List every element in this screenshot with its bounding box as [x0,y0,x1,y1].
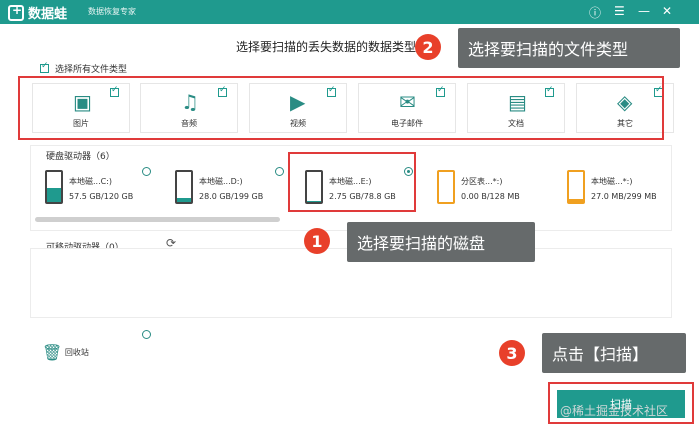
drives-scrollbar[interactable] [35,217,280,222]
step-badge-1: 1 [304,228,330,254]
drive-name: 本地磁...C:) [69,177,113,186]
drive-name: 本地磁...*:) [591,177,633,186]
recycle-bin-label: 回收站 [64,348,89,357]
file-types-highlight [18,76,664,140]
drive-icon [437,170,455,204]
step-badge-2: 2 [415,34,441,60]
help-icon[interactable]: ⓘ [589,4,601,21]
drive-item[interactable]: 本地磁...*:) 27.0 MB/299 MB [567,170,697,214]
app-name: 数据蛙 [28,7,68,22]
minimize-icon[interactable]: — [638,4,650,18]
title-bar: 数据蛙 数据恢复专家 ⓘ ☰ — ✕ [0,0,699,24]
logo-icon [8,3,24,21]
hard-drives-title: 硬盘驱动器（6） [46,152,115,162]
drive-size: 28.0 GB/199 GB [199,192,264,201]
drive-icon [45,170,63,204]
step-callout-3: 点击【扫描】 [542,333,686,373]
app-subtitle: 数据恢复专家 [88,7,136,16]
watermark: @稀土掘金技术社区 [560,404,669,418]
drive-item[interactable]: 本地磁...D:) 28.0 GB/199 GB [175,170,305,214]
drive-name: 分区表...*:) [461,177,503,186]
drive-item[interactable]: 分区表...*:) 0.00 B/128 MB [437,170,567,214]
drive-highlight [288,152,416,212]
step-badge-3: 3 [499,340,525,366]
recycle-radio[interactable] [142,330,151,339]
drive-item[interactable]: 本地磁...C:) 57.5 GB/120 GB [45,170,175,214]
drive-icon [175,170,193,204]
close-icon[interactable]: ✕ [662,4,672,18]
menu-icon[interactable]: ☰ [614,4,625,18]
recycle-bin-item[interactable]: 🗑 回收站 [42,343,89,362]
select-all-types[interactable]: 选择所有文件类型 [40,61,128,75]
drive-radio[interactable] [275,167,284,176]
step-callout-2: 选择要扫描的文件类型 [458,28,680,68]
step-callout-1: 选择要扫描的磁盘 [347,222,535,262]
drive-size: 57.5 GB/120 GB [69,192,134,201]
drive-size: 27.0 MB/299 MB [591,192,657,201]
app-logo: 数据蛙 [8,3,67,22]
trash-icon: 🗑 [42,343,63,362]
select-all-label: 选择所有文件类型 [55,65,128,75]
drive-name: 本地磁...D:) [199,177,243,186]
scan-type-prompt: 选择要扫描的丢失数据的数据类型 [236,40,417,54]
drive-size: 0.00 B/128 MB [461,192,520,201]
select-all-checkbox[interactable] [40,61,49,73]
drive-radio[interactable] [142,167,151,176]
drive-icon [567,170,585,204]
